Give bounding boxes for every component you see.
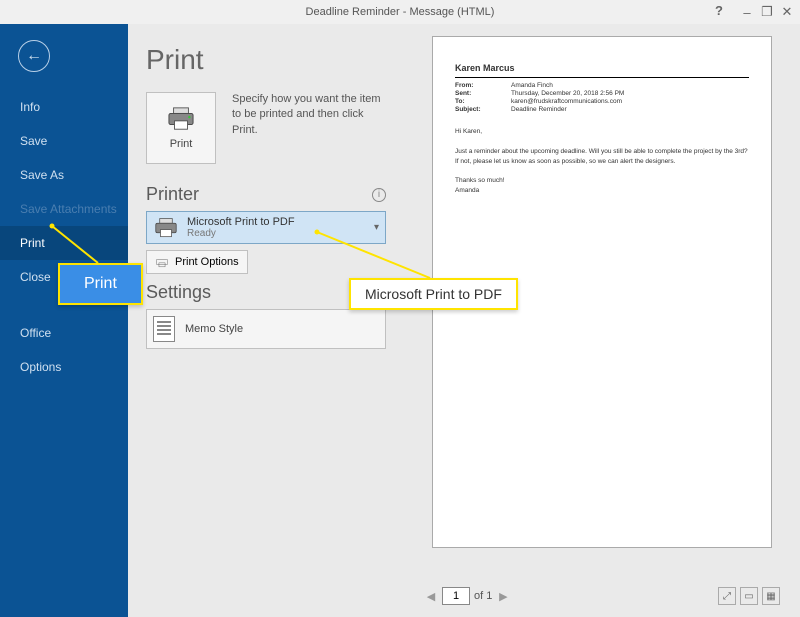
backstage-sidebar: ← Info Save Save As Save Attachments Pri…: [0, 24, 128, 617]
page-title: Print: [146, 44, 386, 76]
chevron-down-icon: ▾: [374, 222, 379, 233]
sidebar-item-office[interactable]: Office: [0, 316, 128, 350]
sidebar-item-save-as[interactable]: Save As: [0, 158, 128, 192]
multi-page-icon[interactable]: ▦: [762, 587, 780, 605]
callout-print: Print: [58, 263, 143, 305]
memo-icon: [153, 316, 175, 342]
preview-divider: [455, 77, 749, 78]
window-title: Deadline Reminder - Message (HTML): [306, 6, 495, 18]
titlebar: Deadline Reminder - Message (HTML) ? – ❐…: [0, 0, 800, 24]
sidebar-item-info[interactable]: Info: [0, 90, 128, 124]
selected-printer-status: Ready: [187, 228, 374, 239]
minimize-button[interactable]: –: [738, 5, 756, 20]
print-options-icon: [155, 255, 169, 269]
memo-style-label: Memo Style: [185, 323, 243, 335]
sidebar-item-save[interactable]: Save: [0, 124, 128, 158]
back-button[interactable]: ←: [18, 40, 50, 72]
callout-pdf-printer: Microsoft Print to PDF: [349, 278, 518, 310]
page-of-label: of 1: [474, 590, 492, 602]
printer-section-header: Printer: [146, 184, 199, 205]
help-button[interactable]: ?: [712, 3, 726, 18]
selected-printer-name: Microsoft Print to PDF: [187, 216, 374, 228]
page-number-input[interactable]: [442, 587, 470, 605]
printer-icon: [153, 217, 179, 239]
printer-info-icon[interactable]: i: [372, 188, 386, 202]
print-button[interactable]: Print: [146, 92, 216, 164]
preview-recipient: Karen Marcus: [455, 63, 749, 75]
preview-nav-bar: ◀ of 1 ▶ ⤢ ▭ ▦: [404, 581, 800, 617]
prev-page-button[interactable]: ◀: [424, 590, 438, 603]
settings-section-header: Settings: [146, 282, 211, 303]
print-settings-panel: Print Print Specify how you want the ite…: [128, 24, 404, 617]
print-options-label: Print Options: [175, 256, 239, 268]
one-page-icon[interactable]: ▭: [740, 587, 758, 605]
next-page-button[interactable]: ▶: [496, 590, 510, 603]
printer-dropdown[interactable]: Microsoft Print to PDF Ready ▾: [146, 211, 386, 244]
sidebar-item-print[interactable]: Print: [0, 226, 128, 260]
close-button[interactable]: ✕: [778, 4, 796, 20]
print-help-text: Specify how you want the item to be prin…: [232, 92, 386, 164]
sidebar-item-options[interactable]: Options: [0, 350, 128, 384]
actual-size-icon[interactable]: ⤢: [718, 587, 736, 605]
printer-icon: [166, 106, 196, 132]
print-options-button[interactable]: Print Options: [146, 250, 248, 274]
back-arrow-icon: ←: [26, 47, 42, 65]
restore-button[interactable]: ❐: [758, 4, 776, 20]
print-preview-panel: Karen Marcus From:Amanda Finch Sent:Thur…: [404, 24, 800, 617]
print-button-label: Print: [170, 138, 193, 150]
memo-style-selector[interactable]: Memo Style: [146, 309, 386, 349]
preview-body: Hi Karen, Just a reminder about the upco…: [455, 127, 749, 196]
sidebar-item-save-attachments: Save Attachments: [0, 192, 128, 226]
